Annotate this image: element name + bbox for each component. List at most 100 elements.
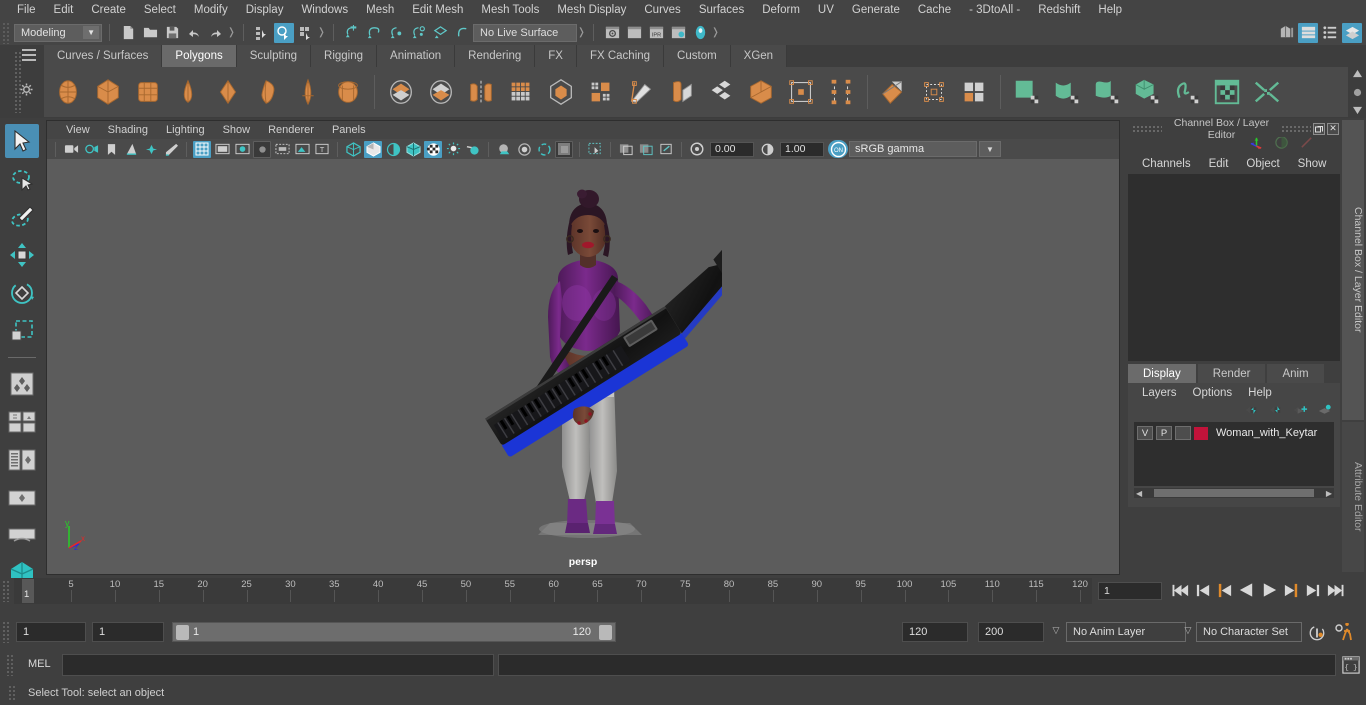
go-to-start-icon[interactable] <box>1172 582 1191 604</box>
select-by-component-icon[interactable] <box>296 23 316 43</box>
move-tool[interactable] <box>5 238 39 272</box>
grease-pencil-icon[interactable] <box>162 141 180 158</box>
color-transform-field[interactable]: sRGB gamma <box>849 141 977 157</box>
xray-joints-icon[interactable] <box>637 141 655 158</box>
expand-arrow-icon[interactable]: ❭ <box>317 27 326 38</box>
go-to-end-icon[interactable] <box>1325 582 1344 604</box>
viewport-menu-view[interactable]: View <box>57 124 99 136</box>
layer-menu-options[interactable]: Options <box>1185 387 1241 399</box>
poly-cylinder-icon[interactable] <box>131 75 165 109</box>
paint-select-tool[interactable] <box>5 200 39 234</box>
color-transform-dropdown[interactable]: ▼ <box>979 141 1001 157</box>
play-backwards-icon[interactable] <box>1237 581 1256 604</box>
scale-tool[interactable] <box>5 314 39 348</box>
uv-planar-icon[interactable] <box>877 75 911 109</box>
smooth-shade-all-icon[interactable] <box>364 140 382 158</box>
channel-box-menu-show[interactable]: Show <box>1289 158 1336 170</box>
uv-cut-sew-icon[interactable] <box>1250 75 1284 109</box>
menu-item-surfaces[interactable]: Surfaces <box>690 0 753 20</box>
shadows-icon[interactable] <box>495 141 513 158</box>
menu-item-windows[interactable]: Windows <box>292 0 357 20</box>
menu-item-create[interactable]: Create <box>82 0 135 20</box>
channel-box-menu-edit[interactable]: Edit <box>1200 158 1238 170</box>
menu-item-mesh-tools[interactable]: Mesh Tools <box>472 0 548 20</box>
shelf-grip[interactable] <box>14 51 22 113</box>
vertical-tab-attribute-editor[interactable]: Attribute Editor <box>1342 422 1364 572</box>
film-gate-icon[interactable] <box>213 141 231 158</box>
step-back-keyframe-icon[interactable] <box>1195 582 1212 604</box>
open-scene-icon[interactable] <box>140 23 160 43</box>
grid-toggle-icon[interactable] <box>193 140 211 158</box>
xray-active-components-icon[interactable] <box>657 141 675 158</box>
snap-to-curve-icon[interactable] <box>364 23 384 43</box>
layer-playback-toggle[interactable]: P <box>1156 426 1172 440</box>
layer-name-label[interactable]: Woman_with_Keytar <box>1216 427 1317 439</box>
poly-boolean-icon[interactable] <box>544 75 578 109</box>
uv-automatic-icon[interactable] <box>1010 75 1044 109</box>
render-current-frame-icon[interactable] <box>624 23 644 43</box>
poly-smooth-icon[interactable] <box>504 75 538 109</box>
channel-box-menu-channels[interactable]: Channels <box>1133 158 1200 170</box>
layer-shading-toggle[interactable] <box>1175 426 1191 440</box>
snap-to-grid-icon[interactable] <box>342 23 362 43</box>
expand-arrow-icon[interactable]: ❭ <box>577 27 586 38</box>
single-perspective-view-layout[interactable] <box>5 405 39 439</box>
safe-title-icon[interactable]: T <box>313 141 331 158</box>
poly-bridge-icon[interactable] <box>664 75 698 109</box>
select-camera-icon[interactable] <box>62 141 80 158</box>
step-forward-frame-icon[interactable] <box>1283 582 1300 604</box>
playback-end-time-field[interactable]: 120 <box>902 622 968 642</box>
viewport-menu-renderer[interactable]: Renderer <box>259 124 323 136</box>
menu-item-display[interactable]: Display <box>237 0 293 20</box>
command-language-label[interactable]: MEL <box>28 658 51 670</box>
uv-unfold-icon[interactable] <box>1050 75 1084 109</box>
shelf-options-gear-icon[interactable] <box>20 83 33 101</box>
rotate-tool[interactable] <box>5 276 39 310</box>
render-view-icon[interactable] <box>602 23 622 43</box>
camera-attributes-icon[interactable] <box>82 141 100 158</box>
animation-end-time-field[interactable]: 200 <box>978 622 1044 642</box>
new-scene-icon[interactable] <box>118 23 138 43</box>
outliner-persp-layout[interactable] <box>5 481 39 515</box>
animation-start-time-field[interactable]: 1 <box>16 622 86 642</box>
viewport-3d-canvas[interactable]: y z x persp <box>47 159 1119 574</box>
isolate-select-icon[interactable] <box>586 141 604 158</box>
menu-item-uv[interactable]: UV <box>809 0 843 20</box>
uv-cylindrical-icon[interactable] <box>917 75 951 109</box>
uv-editor-icon[interactable] <box>1210 75 1244 109</box>
script-editor-icon[interactable]: { } <box>1342 656 1360 679</box>
wireframe-on-shaded-icon[interactable] <box>404 141 422 158</box>
range-start-handle[interactable] <box>176 625 189 640</box>
scroll-left-icon[interactable]: ◀ <box>1134 489 1142 498</box>
poly-extrude-icon[interactable] <box>584 75 618 109</box>
save-scene-icon[interactable] <box>162 23 182 43</box>
ipr-render-icon[interactable]: IPR <box>646 23 666 43</box>
scrollbar-thumb[interactable] <box>1154 489 1314 497</box>
redo-icon[interactable] <box>206 23 226 43</box>
layer-editor-tab-anim[interactable]: Anim <box>1267 364 1324 383</box>
exposure-icon[interactable] <box>293 141 311 158</box>
show-hide-modeling-toolkit-icon[interactable] <box>1276 23 1296 43</box>
two-d-pan-zoom-icon[interactable] <box>142 141 160 158</box>
display-layer-row[interactable]: V P Woman_with_Keytar <box>1137 425 1331 441</box>
shade-selected-icon[interactable] <box>384 141 402 158</box>
command-line-grip[interactable] <box>6 654 14 676</box>
layer-menu-help[interactable]: Help <box>1240 387 1280 399</box>
scroll-right-icon[interactable]: ▶ <box>1326 489 1334 498</box>
shelf-tab-custom[interactable]: Custom <box>664 45 731 67</box>
gate-mask-icon[interactable] <box>253 140 271 158</box>
menu-item-deform[interactable]: Deform <box>753 0 809 20</box>
status-bar-grip[interactable] <box>8 685 16 701</box>
motion-blur-icon[interactable] <box>535 141 553 158</box>
gamma-reset-icon[interactable] <box>758 141 776 158</box>
poly-cone-icon[interactable] <box>171 75 205 109</box>
shelf-scroll-arrows[interactable] <box>1350 69 1364 115</box>
shelf-tab-curves-surfaces[interactable]: Curves / Surfaces <box>44 45 163 67</box>
use-default-light-icon[interactable] <box>444 141 462 158</box>
persp-graph-layout[interactable] <box>5 519 39 553</box>
poly-mirror-icon[interactable] <box>464 75 498 109</box>
textured-icon[interactable] <box>424 140 442 158</box>
menu-item-mesh[interactable]: Mesh <box>357 0 403 20</box>
snap-to-projected-center-icon[interactable] <box>408 23 428 43</box>
close-icon[interactable]: ✕ <box>1327 122 1339 135</box>
